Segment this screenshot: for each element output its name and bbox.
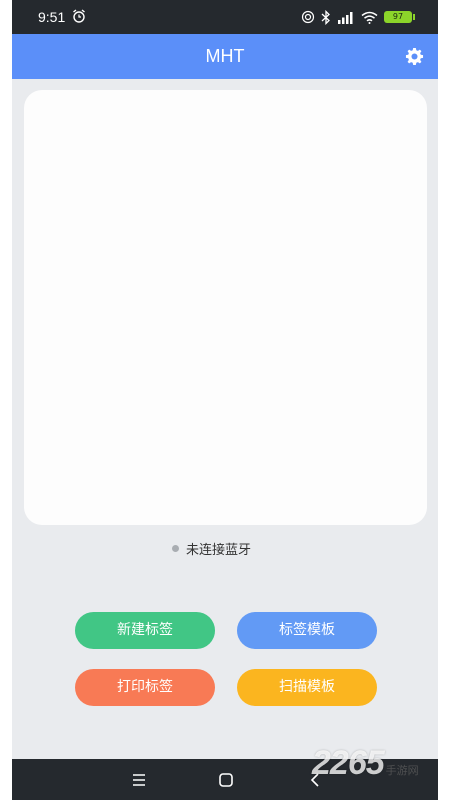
home-icon[interactable] [217, 771, 235, 789]
print-label-button[interactable]: 打印标签 [75, 669, 215, 706]
navigation-bar [12, 759, 438, 800]
new-label-button[interactable]: 新建标签 [75, 612, 215, 649]
bluetooth-status: 未连接蓝牙 [172, 539, 251, 558]
status-icons: 97 [301, 8, 415, 26]
alarm-icon [73, 9, 85, 23]
app-title: MHT [205, 46, 245, 66]
gear-icon[interactable] [405, 47, 424, 66]
back-icon[interactable] [307, 771, 325, 789]
bluetooth-status-text: 未连接蓝牙 [186, 543, 252, 558]
hotspot-icon [301, 10, 315, 24]
phone-screen: 9:51 97 MHT 未连接蓝牙 新建标签 标签模板 打印标签 扫描模板 22… [12, 0, 438, 800]
scan-template-button[interactable]: 扫描模板 [237, 669, 377, 706]
bluetooth-icon [321, 9, 330, 25]
signal-icon [338, 11, 353, 24]
connection-dot [172, 545, 179, 552]
app-bar: MHT [12, 34, 438, 79]
wifi-icon [361, 11, 378, 24]
menu-icon[interactable] [130, 771, 148, 789]
status-bar: 9:51 97 [12, 0, 438, 34]
label-template-button[interactable]: 标签模板 [237, 612, 377, 649]
status-time: 9:51 [38, 9, 66, 25]
battery-icon: 97 [384, 11, 415, 23]
label-preview-area [24, 90, 427, 525]
